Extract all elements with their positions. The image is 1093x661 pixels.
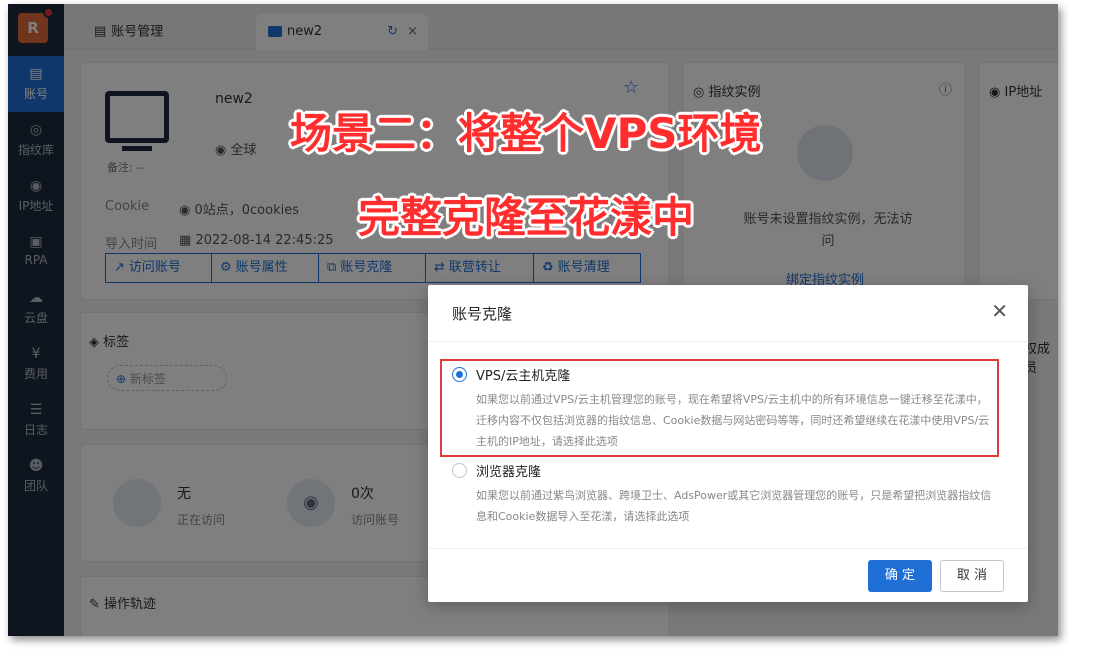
option-title: 浏览器克隆 (476, 465, 542, 480)
divider (428, 341, 1028, 342)
headline-line1: 场景二：将整个VPS环境 (290, 109, 762, 158)
confirm-button[interactable]: 确 定 (868, 560, 932, 592)
option-description: 如果您以前通过紫鸟浏览器、跨境卫士、AdsPower或其它浏览器管理您的账号，只… (476, 489, 992, 523)
close-icon[interactable]: ✕ (991, 299, 1008, 323)
browser-clone-radio[interactable] (452, 463, 467, 478)
highlight-box (440, 359, 999, 457)
divider (428, 548, 1028, 549)
headline-line2: 完整克隆至花漾中 (358, 193, 695, 242)
dialog-title: 账号克隆 (452, 305, 513, 323)
cancel-button[interactable]: 取 消 (940, 560, 1004, 592)
option-browser-clone[interactable]: 浏览器克隆 如果您以前通过紫鸟浏览器、跨境卫士、AdsPower或其它浏览器管理… (452, 461, 992, 527)
